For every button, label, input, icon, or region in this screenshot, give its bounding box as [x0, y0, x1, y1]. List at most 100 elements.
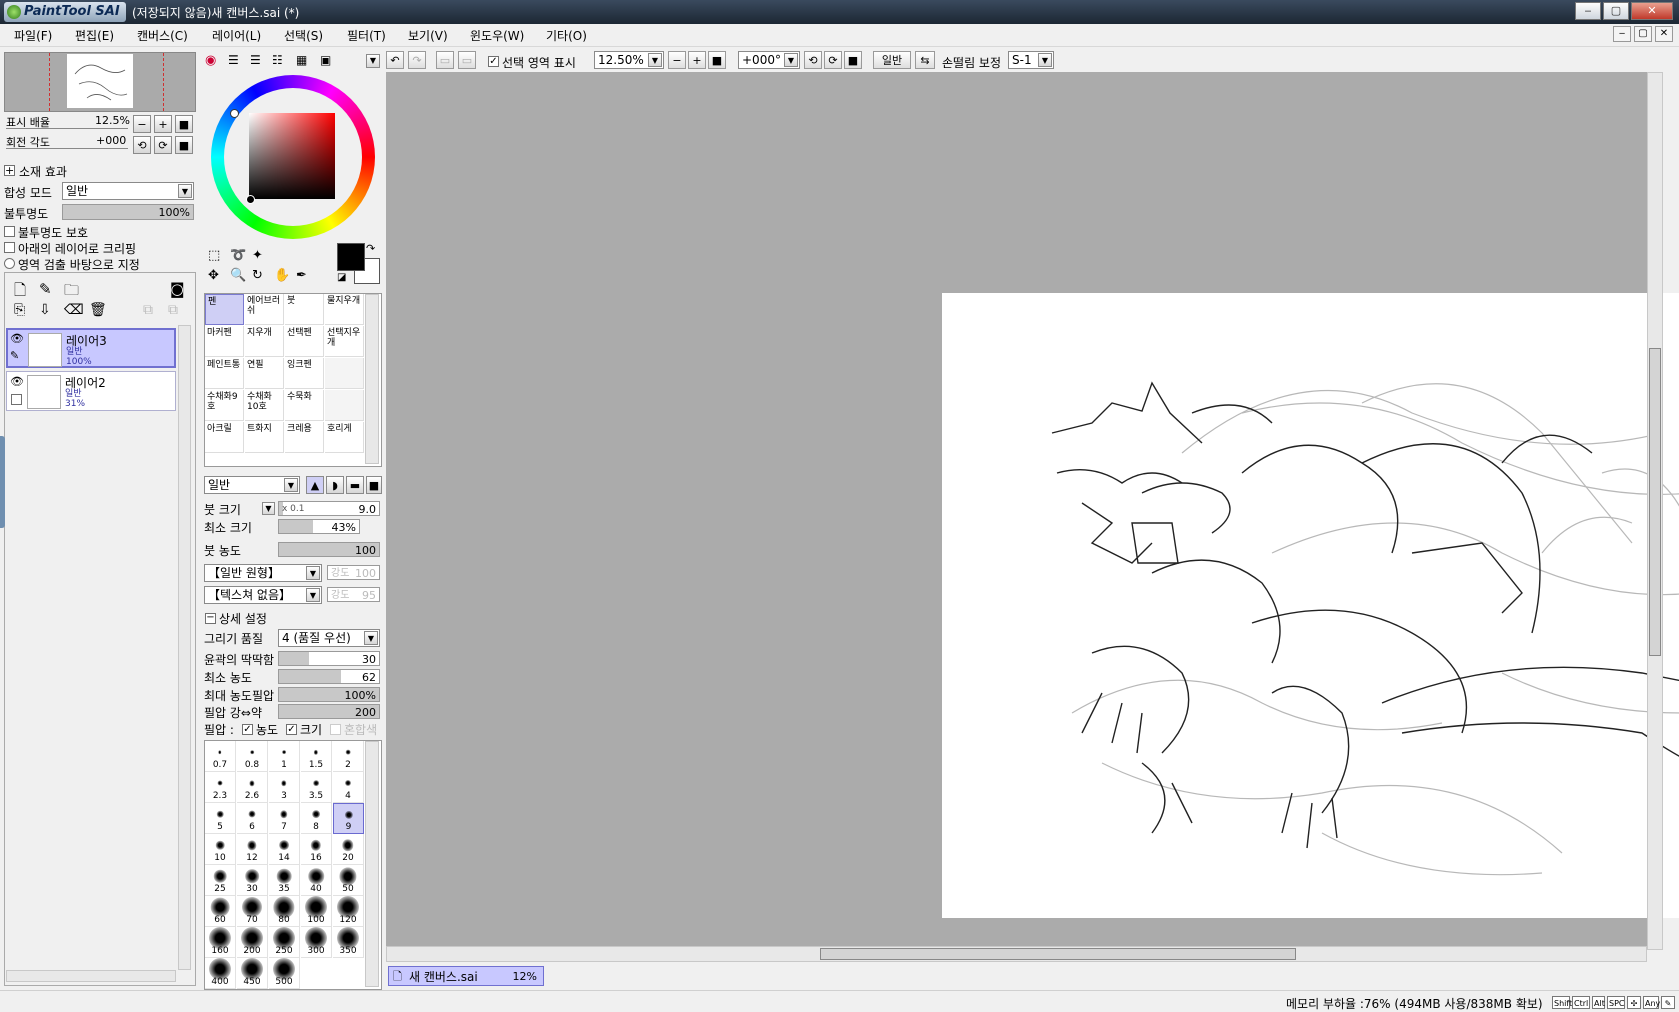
advanced-collapse-icon[interactable]: −	[205, 613, 216, 624]
tool-paper[interactable]: 트화지	[245, 422, 284, 453]
zoom-in-button[interactable]: +	[688, 51, 706, 69]
tool-grid-scrollbar[interactable]	[365, 294, 379, 464]
tool-marker[interactable]: 마커펜	[205, 326, 244, 357]
tool-water-eraser[interactable]: 물지우개	[325, 294, 364, 325]
zoom-tool-icon[interactable]: 🔍	[230, 268, 246, 283]
menu-canvas[interactable]: 캔버스(C)	[137, 27, 188, 44]
document-tab[interactable]: 🗋 새 캔버스.sai 12%	[388, 966, 544, 986]
tool-pen[interactable]: 펜	[205, 294, 244, 325]
mdi-restore-icon[interactable]: ▢	[1634, 26, 1652, 42]
brush-size-cell[interactable]: 50	[333, 865, 364, 896]
tool-crayon[interactable]: 크레용	[285, 422, 324, 453]
navigator-preview[interactable]	[4, 52, 196, 112]
new-linework-layer-icon[interactable]: ✎	[39, 280, 52, 298]
clip-below-checkbox[interactable]	[4, 242, 15, 253]
nav-zoom-out-button[interactable]: −	[133, 115, 151, 133]
lasso-tool-icon[interactable]: ➰	[230, 248, 246, 263]
scratchpad-tab-icon[interactable]: ▣	[320, 53, 331, 67]
max-pressure-slider[interactable]: 100%	[278, 687, 380, 702]
brush-mode-select[interactable]: 일반 ▼	[204, 476, 300, 494]
nav-zoom-reset-button[interactable]: ■	[175, 115, 193, 133]
shape-strength-slider[interactable]: 강도 100	[327, 565, 380, 580]
texture-strength-slider[interactable]: 강도 95	[327, 587, 380, 602]
brush-size-cell[interactable]: 250	[269, 927, 300, 958]
brush-size-cell[interactable]: 0.7	[205, 741, 236, 772]
brush-size-slider[interactable]: x 0.1 9.0	[278, 501, 380, 516]
gradation-tab-icon[interactable]: ☷	[272, 53, 283, 67]
zoom-reset-button[interactable]: ■	[708, 51, 726, 69]
pressure-size-checkbox[interactable]: ✓	[286, 724, 297, 735]
brush-size-cell[interactable]: 450	[237, 958, 268, 989]
min-density-slider[interactable]: 62	[278, 669, 380, 684]
brush-size-cell[interactable]: 500	[269, 958, 300, 989]
layer-item-3[interactable]: 👁 ✎ 레이어3 일반 100%	[6, 328, 176, 368]
rgb-slider-tab-icon[interactable]: ☰	[228, 53, 239, 67]
layer-scrollbar[interactable]	[178, 325, 191, 970]
tool-bucket[interactable]: 페인트통	[205, 358, 244, 389]
merge-down-icon[interactable]: ⇩	[39, 302, 51, 318]
density-slider[interactable]: 100	[278, 542, 380, 557]
brush-size-cell[interactable]: 9	[333, 803, 364, 834]
brush-size-cell[interactable]: 1	[269, 741, 300, 772]
tip-sharp-button[interactable]: ▲	[306, 476, 324, 494]
brush-size-cell[interactable]: 3.5	[301, 772, 332, 803]
rect-select-tool-icon[interactable]: ⬚	[208, 248, 220, 263]
tool-pencil[interactable]: 연필	[245, 358, 284, 389]
undo-button[interactable]: ↶	[386, 51, 404, 69]
brush-shape-select[interactable]: 【일반 원형】 ▼	[204, 564, 322, 582]
color-wheel-tab-icon[interactable]: ◉	[205, 53, 216, 68]
pressure-curve-slider[interactable]: 200	[278, 704, 380, 719]
primary-color-swatch[interactable]	[337, 243, 365, 271]
brush-size-cell[interactable]: 0.8	[237, 741, 268, 772]
brush-size-cell[interactable]: 80	[269, 896, 300, 927]
blend-mode-select[interactable]: 일반 ▼	[62, 182, 194, 200]
min-size-slider[interactable]: 43%	[278, 519, 360, 534]
brush-size-cell[interactable]: 16	[301, 834, 332, 865]
tool-acrylic[interactable]: 아크릴	[205, 422, 244, 453]
brush-size-cell[interactable]: 200	[237, 927, 268, 958]
stabilizer-select[interactable]: S-1 ▼	[1008, 51, 1054, 69]
quality-select[interactable]: 4 (품질 우선) ▼	[278, 629, 380, 647]
brush-size-cell[interactable]: 60	[205, 896, 236, 927]
tip-flat-button[interactable]: ▬	[346, 476, 364, 494]
brush-size-cell[interactable]: 4	[333, 772, 364, 803]
brush-size-cell[interactable]: 2.6	[237, 772, 268, 803]
move-tool-icon[interactable]: ✥	[208, 268, 219, 283]
canvas-vscroll-thumb[interactable]	[1649, 348, 1661, 656]
pressure-mix-checkbox[interactable]	[330, 724, 341, 735]
redo-button[interactable]: ↷	[408, 51, 426, 69]
nav-rotate-left-button[interactable]: ⟲	[133, 136, 151, 154]
menu-file[interactable]: 파일(F)	[14, 27, 52, 44]
color-panel-menu-icon[interactable]: ▼	[366, 54, 380, 68]
tool-ink-wash[interactable]: 수묵화	[285, 390, 324, 421]
transparent-color-icon[interactable]: ◪	[337, 272, 346, 283]
tool-airbrush[interactable]: 에어브러쉬	[245, 294, 284, 325]
flip-view-button[interactable]: ⇆	[915, 51, 935, 69]
brush-size-scrollbar[interactable]	[365, 741, 379, 987]
layer-hscrollbar[interactable]	[6, 970, 176, 982]
nav-rotate-reset-button[interactable]: ■	[175, 136, 193, 154]
brush-size-cell[interactable]: 5	[205, 803, 236, 834]
brush-size-cell[interactable]: 400	[205, 958, 236, 989]
tool-select-pen[interactable]: 선택펜	[285, 326, 324, 357]
brush-size-cell[interactable]: 6	[237, 803, 268, 834]
view-mode-button[interactable]: 일반	[873, 51, 911, 69]
protect-opacity-checkbox[interactable]	[4, 226, 15, 237]
swatch-tab-icon[interactable]: ▦	[296, 53, 307, 67]
brush-size-cell[interactable]: 30	[237, 865, 268, 896]
brush-size-cell[interactable]: 20	[333, 834, 364, 865]
pressure-density-checkbox[interactable]: ✓	[242, 724, 253, 735]
mask-merge-icon[interactable]: ⧉	[168, 302, 178, 318]
tool-blur[interactable]: 호리게	[325, 422, 364, 453]
visibility-eye-icon[interactable]: 👁	[10, 332, 24, 345]
edge-hardness-slider[interactable]: 30	[278, 651, 380, 666]
brush-size-cell[interactable]: 160	[205, 927, 236, 958]
tip-round-button[interactable]: ◗	[326, 476, 344, 494]
tool-select-eraser[interactable]: 선택지우개	[325, 326, 364, 357]
brush-size-cell[interactable]: 25	[205, 865, 236, 896]
menu-view[interactable]: 보기(V)	[408, 27, 448, 44]
layer-item-2[interactable]: 👁 레이어2 일반 31%	[6, 371, 176, 411]
size-multiplier-dropdown-icon[interactable]: ▼	[262, 502, 275, 515]
brush-size-cell[interactable]: 35	[269, 865, 300, 896]
layer-mask-icon[interactable]: ◙	[170, 280, 185, 298]
